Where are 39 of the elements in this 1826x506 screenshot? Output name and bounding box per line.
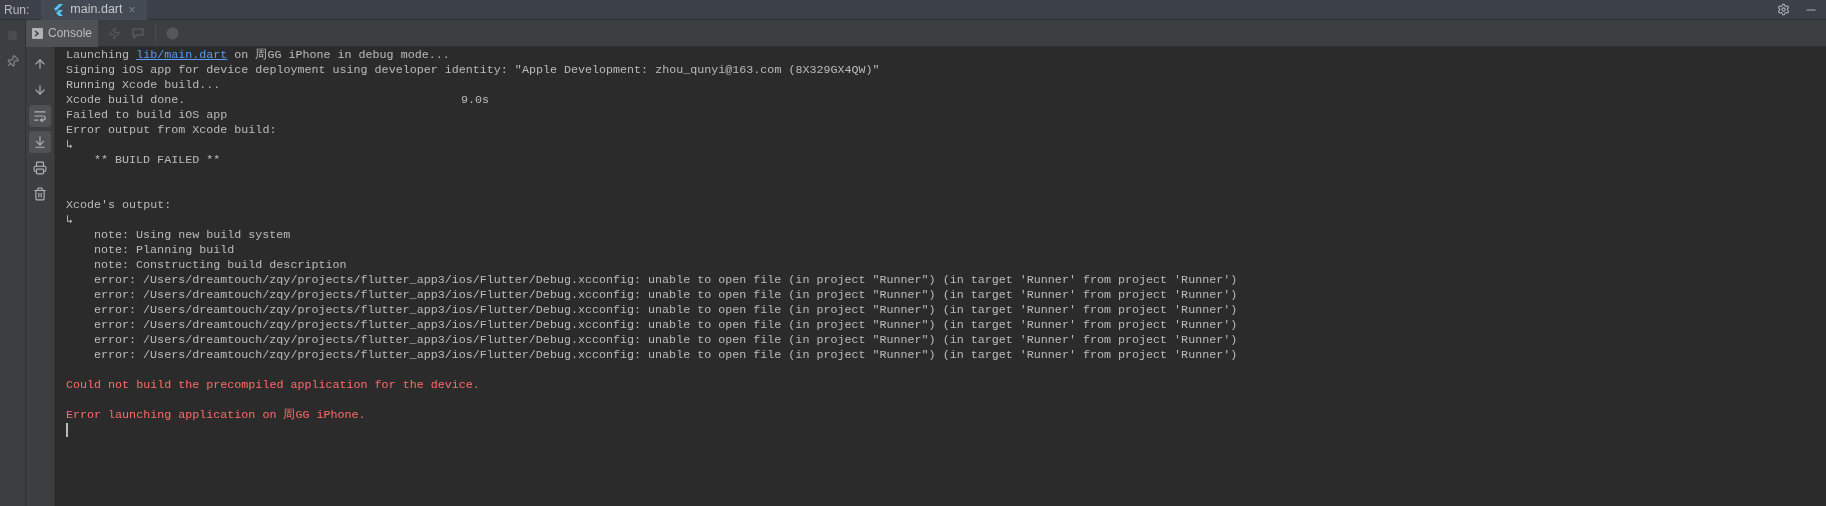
console-line: ↳ [66, 213, 74, 227]
down-arrow-icon [33, 83, 47, 97]
trash-icon [33, 187, 47, 201]
console-line: Error output from Xcode build: [66, 123, 277, 137]
console-line: Launching lib/main.dart on 周GG iPhone in debug mode... [66, 48, 450, 63]
file-tab[interactable]: main.dart × [41, 0, 148, 20]
scroll-to-end-icon [33, 135, 47, 149]
console-line: error: /Users/dreamtouch/zqy/projects/flutter_app3/ios/Flutter/Debug.xcconfig: unable to open file (in project "Runner") (in target 'Runner' from project 'Runner') [94, 348, 1238, 362]
console-line: note: Using new build system [94, 228, 291, 242]
soft-wrap-icon [33, 109, 47, 123]
error-line: Error launching application on 周GG iPhone. [66, 408, 366, 422]
console-line: error: /Users/dreamtouch/zqy/projects/flutter_app3/ios/Flutter/Debug.xcconfig: unable to open file (in project "Runner") (in target 'Runner' from project 'Runner') [94, 288, 1238, 302]
console-line: error: /Users/dreamtouch/zqy/projects/flutter_app3/ios/Flutter/Debug.xcconfig: unable to open file (in project "Runner") (in target 'Runner' from project 'Runner') [94, 273, 1238, 287]
text-cursor [66, 423, 68, 437]
toolbar-button[interactable] [29, 105, 51, 127]
console-line: note: Planning build [94, 243, 235, 257]
toolbar-button[interactable] [29, 131, 51, 153]
console-tab[interactable]: Console [26, 19, 99, 47]
console-line: Xcode build done. [66, 93, 187, 108]
console-line: error: /Users/dreamtouch/zqy/projects/flutter_app3/ios/Flutter/Debug.xcconfig: unable to open file (in project "Runner") (in target 'Runner' from project 'Runner') [94, 303, 1238, 317]
console-line: error: /Users/dreamtouch/zqy/projects/flutter_app3/ios/Flutter/Debug.xcconfig: unable to open file (in project "Runner") (in target 'Runner' from project 'Runner') [94, 318, 1238, 332]
error-line: Could not build the precompiled application for the device. [66, 378, 480, 392]
console-line: Xcode's output: [66, 198, 172, 212]
circle-icon[interactable] [166, 26, 180, 40]
console-line: Failed to build iOS app [66, 108, 228, 122]
console-line: Running Xcode build... [66, 78, 221, 92]
run-label: Run: [3, 1, 31, 19]
console-line: error: /Users/dreamtouch/zqy/projects/flutter_app3/ios/Flutter/Debug.xcconfig: unable to open file (in project "Runner") (in target 'Runner' from project 'Runner') [94, 333, 1238, 347]
file-link[interactable]: lib/main.dart [136, 48, 228, 63]
printer-icon [33, 161, 47, 175]
terminal-icon [32, 27, 43, 39]
console-line: Signing iOS app for device deployment using developer identity: "Apple Development: zhou_qunyi@163.com (8X329GX4QW)" [66, 63, 880, 77]
console-line: note: Constructing build description [94, 258, 347, 272]
lightning-icon[interactable] [108, 26, 122, 40]
console-line: ** BUILD FAILED ** [94, 153, 221, 167]
console-line: ↳ [66, 138, 74, 152]
flutter-icon [53, 3, 65, 16]
build-time: 9.0s [461, 93, 490, 108]
settings-icon[interactable] [1777, 3, 1790, 16]
